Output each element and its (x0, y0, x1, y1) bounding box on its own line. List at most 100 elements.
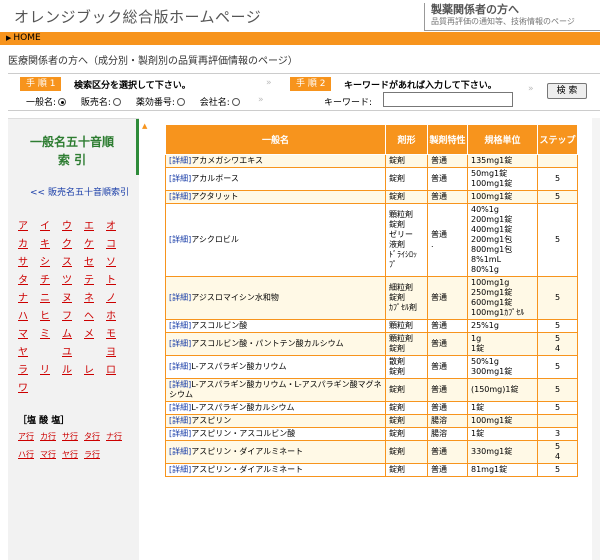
kana-index-link[interactable]: ホ (106, 307, 128, 322)
col-header-step: ステップ (537, 124, 578, 155)
site-title[interactable]: オレンジブック総合版ホームページ (14, 6, 261, 27)
kana-index-link[interactable]: ル (62, 361, 84, 376)
kana-index-link[interactable]: ハ (18, 307, 40, 322)
col-header-formulation: 製剤特性 (427, 124, 468, 155)
kana-index-link[interactable]: ウ (62, 217, 84, 232)
kana-index-link[interactable]: ム (62, 325, 84, 340)
salt-index-link[interactable]: ナ行 (106, 431, 128, 442)
kana-index-link[interactable]: ヤ (18, 343, 40, 358)
kana-index-link[interactable]: キ (40, 235, 62, 250)
detail-link[interactable]: [詳細] (169, 429, 191, 438)
salt-index-link[interactable]: ラ行 (84, 449, 106, 460)
kana-index-link[interactable]: ク (62, 235, 84, 250)
kana-row: ラリルレロ (18, 361, 128, 379)
kana-index-link[interactable]: ア (18, 217, 40, 232)
kana-index-link[interactable]: セ (84, 253, 106, 268)
kana-index-link[interactable]: コ (106, 235, 128, 250)
kana-index-link[interactable]: ラ (18, 361, 40, 376)
kana-index-link[interactable]: ミ (40, 325, 62, 340)
detail-link[interactable]: [詳細] (169, 447, 191, 456)
pharma-link-box[interactable]: 製薬関係者の方へ 品質再評価の通知等、技術情報のページ (424, 3, 600, 31)
salt-index-link[interactable]: ハ行 (18, 449, 40, 460)
keyword-input[interactable] (383, 92, 513, 107)
radio-button[interactable] (176, 98, 185, 106)
detail-link[interactable]: [詳細] (169, 321, 191, 330)
kana-index-link[interactable]: ソ (106, 253, 128, 268)
radio-button[interactable] (112, 98, 121, 106)
kana-index-link[interactable]: シ (40, 253, 62, 268)
kana-index-link[interactable]: サ (18, 253, 40, 268)
radio-button[interactable] (58, 98, 67, 106)
detail-link[interactable]: [詳細] (169, 416, 191, 425)
salt-index-link[interactable]: カ行 (40, 431, 62, 442)
kana-index-link[interactable]: メ (84, 325, 106, 340)
page-scrollbar[interactable] (592, 118, 600, 560)
kana-index-link[interactable]: ワ (18, 379, 40, 394)
cell-step: 5 (537, 319, 578, 333)
detail-link[interactable]: [詳細] (169, 293, 191, 302)
salt-index-link[interactable]: タ行 (84, 431, 106, 442)
salt-index-link[interactable]: ア行 (18, 431, 40, 442)
kana-index-link[interactable]: ツ (62, 271, 84, 286)
kana-index-link[interactable]: レ (84, 361, 106, 376)
kana-index-link[interactable]: ヒ (40, 307, 62, 322)
kana-index-link[interactable]: ヨ (106, 343, 128, 358)
results-table: 一般名 剤形 製剤特性 規格単位 ステップ [詳細]アカメガシワエキス 錠剤 普通 1… (165, 124, 578, 477)
pharma-link-title[interactable]: 製薬関係者の方へ (431, 3, 600, 16)
radio-button[interactable] (231, 98, 240, 106)
table-row: [詳細]アスピリン・ダイアルミネート 錠剤 普通 81mg1錠 5 (165, 463, 578, 477)
detail-link[interactable]: [詳細] (169, 403, 191, 412)
cell-step: 5 (537, 463, 578, 477)
kana-index-link[interactable]: ス (62, 253, 84, 268)
search-type-radio-group: 一般名: 販売名: 薬効番号: 会社名: (26, 95, 252, 108)
search-button[interactable]: 検 索 (547, 83, 587, 99)
kana-index-link[interactable]: リ (40, 361, 62, 376)
kana-index-link[interactable]: ト (106, 271, 128, 286)
detail-link[interactable]: [詳細] (169, 156, 191, 165)
kana-index-link[interactable]: ナ (18, 289, 40, 304)
kana-index-link[interactable]: イ (40, 217, 62, 232)
kana-index-link[interactable]: テ (84, 271, 106, 286)
kana-index-link[interactable]: ケ (84, 235, 106, 250)
kana-index-link[interactable]: ヌ (62, 289, 84, 304)
kana-index-link[interactable]: ニ (40, 289, 62, 304)
cell-step: 5 (537, 355, 578, 379)
radio-brand-name[interactable]: 販売名: (81, 95, 121, 108)
cell-generic-name: [詳細]アスピリン・ダイアルミネート (165, 440, 386, 464)
detail-link[interactable]: [詳細] (169, 192, 191, 201)
cell-step: 5 4 (537, 440, 578, 464)
cell-formulation: 普通 (427, 167, 468, 191)
kana-index-link[interactable]: タ (18, 271, 40, 286)
detail-link[interactable]: [詳細] (169, 339, 191, 348)
kana-index-link[interactable]: カ (18, 235, 40, 250)
kana-index-link[interactable]: フ (62, 307, 84, 322)
table-row: [詳細]アスコルビン酸 顆粒剤 普通 25%1g 5 (165, 319, 578, 333)
kana-index-link[interactable]: オ (106, 217, 128, 232)
detail-link[interactable]: [詳細] (169, 362, 191, 371)
radio-drug-efficacy-number[interactable]: 薬効番号: (136, 95, 185, 108)
kana-index-link[interactable]: エ (84, 217, 106, 232)
kana-index-link[interactable]: マ (18, 325, 40, 340)
scroll-up-icon[interactable]: ▲ (142, 122, 147, 130)
brand-name-index-link[interactable]: << 販売名五十音順索引 (30, 185, 129, 198)
kana-index-link[interactable]: ノ (106, 289, 128, 304)
radio-label: 会社名: (199, 98, 230, 108)
kana-index-link[interactable]: ユ (62, 343, 84, 358)
salt-index-link[interactable]: ヤ行 (62, 449, 84, 460)
kana-index-link[interactable]: ロ (106, 361, 128, 376)
salt-index-link[interactable]: マ行 (40, 449, 62, 460)
salt-index-link[interactable]: サ行 (62, 431, 84, 442)
col-header-dosage-form: 剤形 (385, 124, 428, 155)
detail-link[interactable]: [詳細] (169, 235, 191, 244)
kana-index-link[interactable]: モ (106, 325, 128, 340)
home-link[interactable]: HOME (13, 33, 40, 43)
kana-index-link[interactable]: ヘ (84, 307, 106, 322)
detail-link[interactable]: [詳細] (169, 174, 191, 183)
cell-formulation: 普通 (427, 401, 468, 415)
radio-generic-name[interactable]: 一般名: (26, 95, 67, 108)
detail-link[interactable]: [詳細] (169, 465, 191, 474)
kana-index-link[interactable]: ネ (84, 289, 106, 304)
kana-index-link[interactable]: チ (40, 271, 62, 286)
detail-link[interactable]: [詳細] (169, 380, 191, 389)
radio-company-name[interactable]: 会社名: (200, 95, 240, 108)
